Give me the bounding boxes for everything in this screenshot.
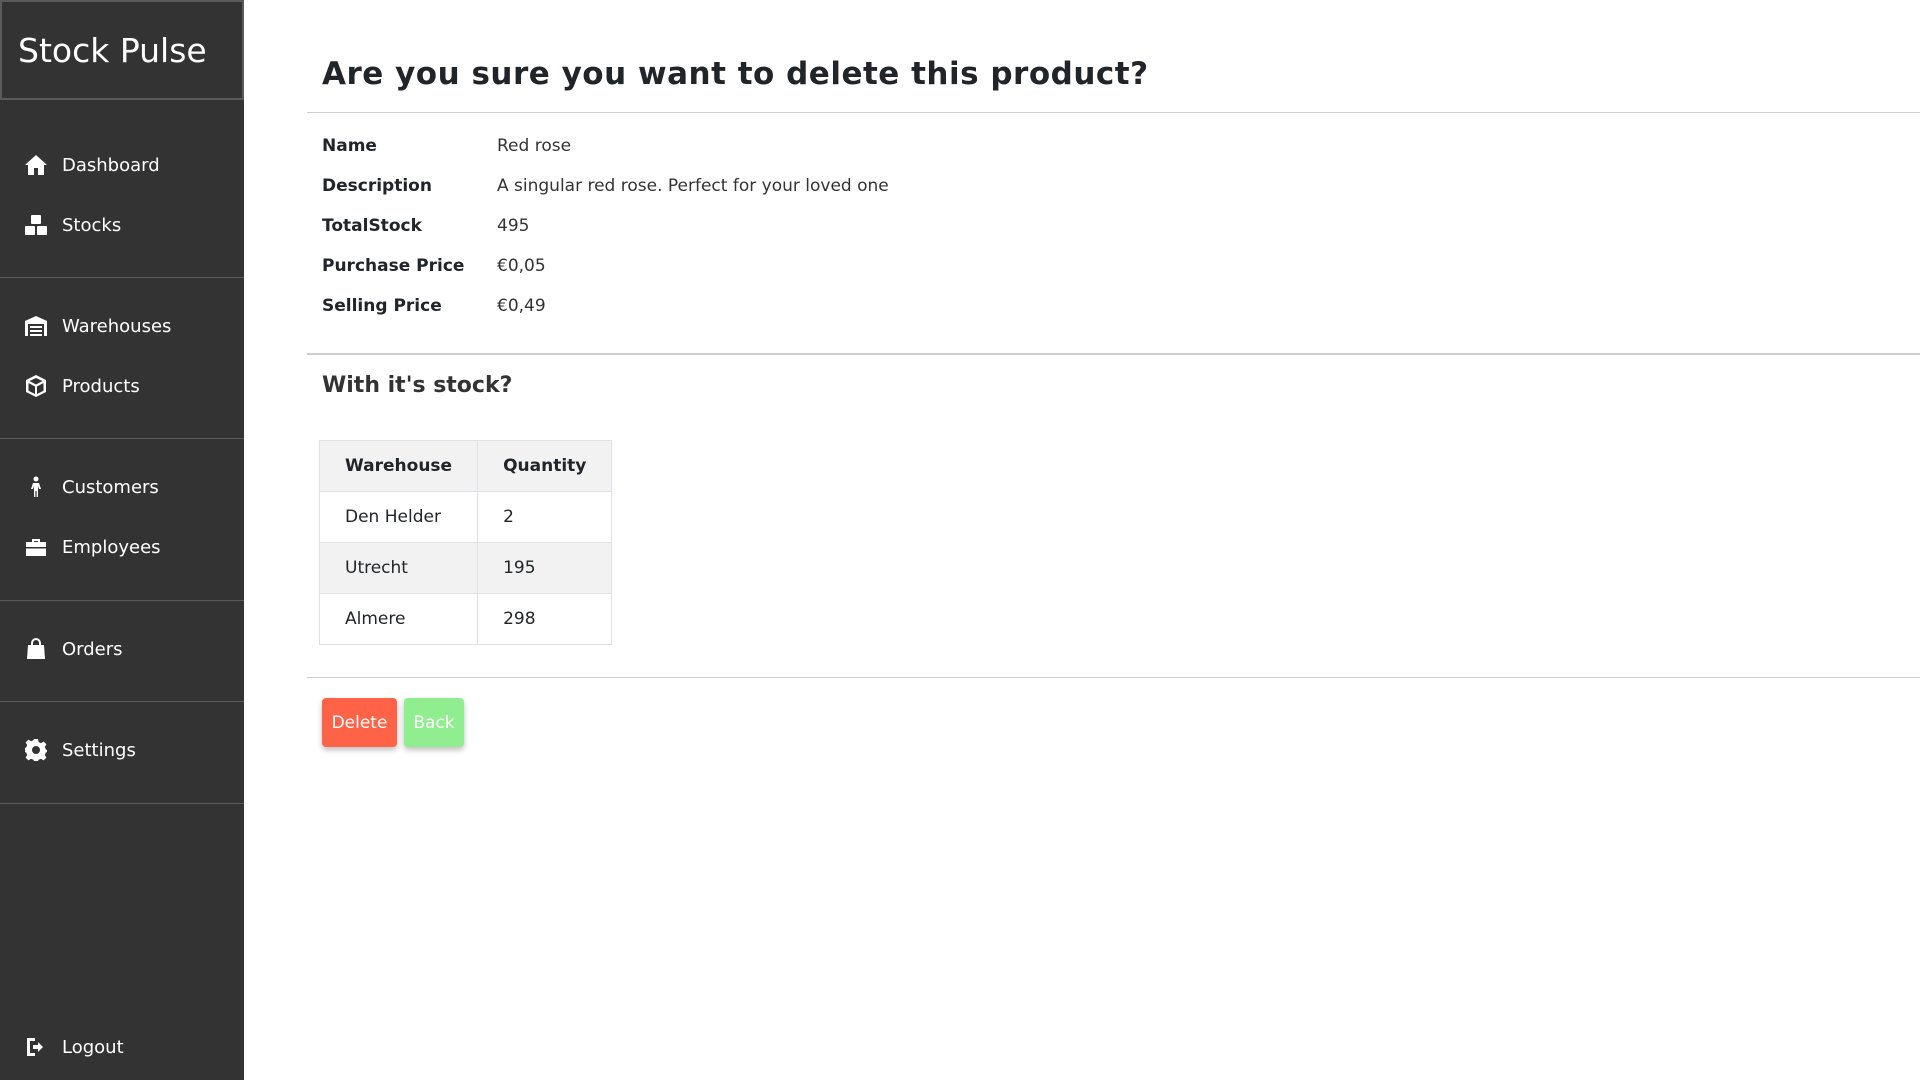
detail-row-purchase-price: Purchase Price €0,05 [322,251,546,281]
sidebar-item-label: Products [62,375,140,397]
detail-row-description: Description A singular red rose. Perfect… [322,171,889,201]
detail-term: TotalStock [322,216,422,236]
divider [307,677,1920,678]
gear-icon [23,737,49,763]
detail-term: Description [322,176,432,196]
detail-row-selling-price: Selling Price €0,49 [322,291,546,321]
briefcase-icon [23,534,49,560]
detail-row-totalstock: TotalStock 495 [322,211,529,241]
cell-quantity: 2 [477,491,613,543]
logout-icon [23,1034,49,1060]
column-header-quantity: Quantity [477,440,613,492]
shopping-bag-icon [23,636,49,662]
divider [307,112,1920,113]
detail-term: Purchase Price [322,256,465,276]
page-title: Are you sure you want to delete this pro… [322,56,1149,92]
divider [307,353,1920,355]
sidebar-item-label: Employees [62,536,161,558]
sidebar-item-dashboard[interactable]: Dashboard [0,145,244,185]
main-content: Are you sure you want to delete this pro… [244,0,1920,1080]
sidebar-item-label: Customers [62,476,159,498]
sidebar-item-products[interactable]: Products [0,366,244,406]
warehouse-icon [23,313,49,339]
sidebar-item-stocks[interactable]: Stocks [0,205,244,245]
delete-button[interactable]: Delete [322,698,397,747]
table-row: Utrecht 195 [318,542,613,594]
sidebar-item-label: Warehouses [62,315,172,337]
person-icon [23,474,49,500]
stock-table: Warehouse Quantity Den Helder 2 Utrecht … [318,440,613,645]
cell-quantity: 298 [477,593,613,645]
sidebar-item-label: Settings [62,739,136,761]
sidebar-item-warehouses[interactable]: Warehouses [0,306,244,346]
sidebar-item-logout[interactable]: Logout [0,1027,244,1067]
sidebar-item-orders[interactable]: Orders [0,629,244,669]
back-button[interactable]: Back [404,698,464,747]
sidebar-item-customers[interactable]: Customers [0,467,244,507]
sidebar: Stock Pulse Dashboard Stocks Warehouses … [0,0,244,1080]
table-row: Den Helder 2 [318,491,613,543]
sidebar-item-employees[interactable]: Employees [0,527,244,567]
sidebar-item-label: Orders [62,638,123,660]
detail-value: 495 [497,216,530,236]
cell-quantity: 195 [477,542,613,594]
table-header-row: Warehouse Quantity [318,440,613,492]
stock-question: With it's stock? [322,373,513,398]
sidebar-item-label: Stocks [62,214,122,236]
detail-term: Name [322,136,377,156]
nav-group-people [0,439,244,601]
home-icon [23,152,49,178]
nav-group-main [0,100,244,278]
detail-value: Red rose [497,136,572,156]
cell-warehouse: Utrecht [318,542,479,594]
cube-icon [23,373,49,399]
detail-term: Selling Price [322,296,442,316]
table-row: Almere 298 [318,593,613,645]
detail-value: A singular red rose. Perfect for your lo… [497,176,889,196]
cell-warehouse: Almere [318,593,479,645]
sidebar-item-label: Logout [62,1036,124,1058]
detail-value: €0,49 [497,296,546,316]
detail-row-name: Name Red rose [322,131,571,161]
app-title[interactable]: Stock Pulse [0,0,244,100]
cell-warehouse: Den Helder [318,491,479,543]
column-header-warehouse: Warehouse [318,440,479,492]
detail-value: €0,05 [497,256,546,276]
sidebar-item-label: Dashboard [62,154,160,176]
nav-group-inventory [0,278,244,439]
sidebar-item-settings[interactable]: Settings [0,730,244,770]
boxes-icon [23,212,49,238]
